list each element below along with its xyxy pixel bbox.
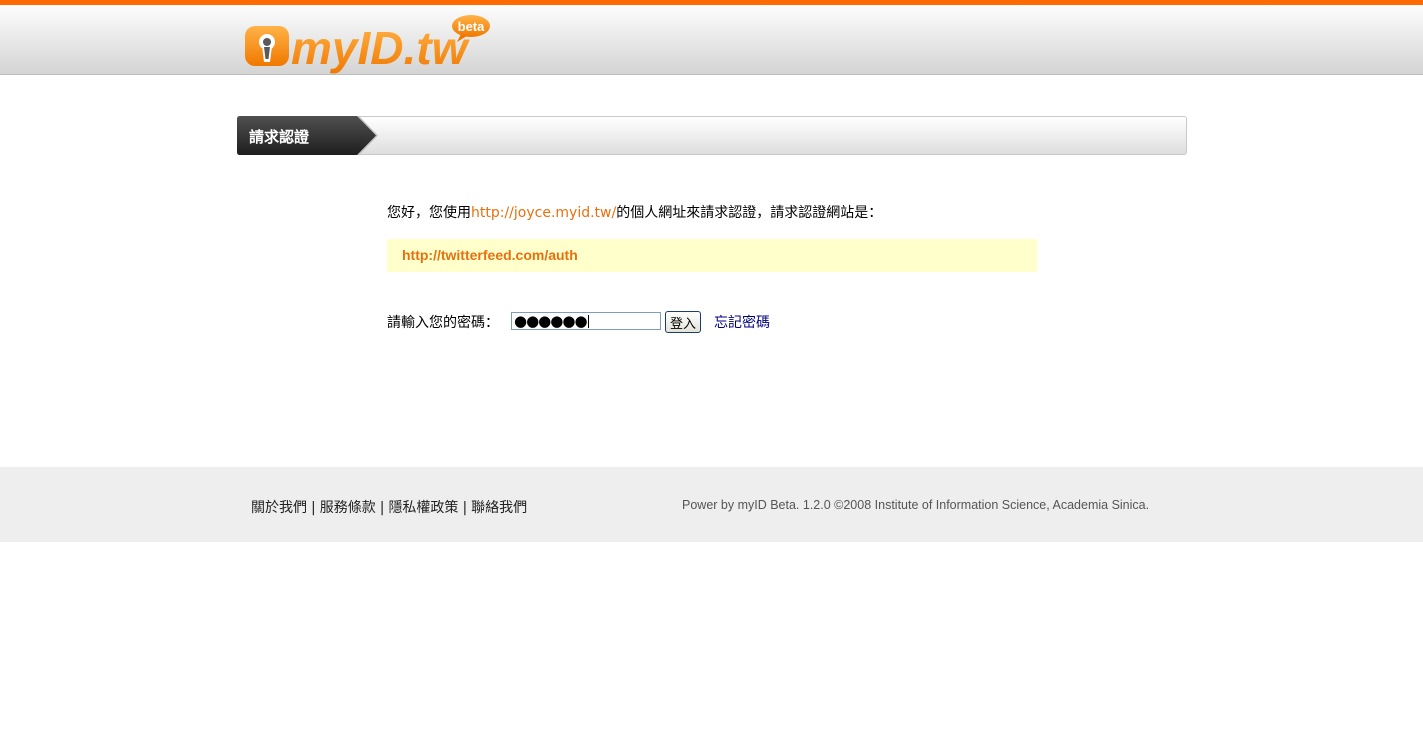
title-bar-background — [237, 116, 1187, 155]
text-caret — [587, 315, 589, 328]
password-input[interactable]: ●●●●●● — [511, 312, 661, 330]
footer-link-privacy[interactable]: 隱私權政策 — [388, 500, 458, 516]
footer-separator: | — [311, 500, 316, 516]
header: myID.tw beta — [0, 5, 1423, 75]
footer-link-terms[interactable]: 服務條款 — [320, 500, 376, 516]
intro-message: 您好，您使用http://joyce.myid.tw/的個人網址來請求認證，請求… — [387, 202, 882, 222]
auth-site-box: http://twitterfeed.com/auth — [387, 239, 1037, 272]
footer-link-contact[interactable]: 聯絡我們 — [471, 500, 527, 516]
footer: 關於我們 | 服務條款 | 隱私權政策 | 聯絡我們 Power by myID Beta.… — [0, 467, 1423, 542]
beta-badge: beta — [458, 19, 486, 34]
user-url-link[interactable]: http://joyce.myid.tw/ — [471, 205, 616, 221]
footer-links: 關於我們 | 服務條款 | 隱私權政策 | 聯絡我們 — [251, 497, 527, 517]
footer-separator: | — [379, 500, 385, 516]
intro-suffix: 的個人網址來請求認證，請求認證網站是： — [616, 205, 883, 221]
password-label: 請輸入您的密碼： — [387, 315, 499, 331]
page-title: 請求認證 — [249, 128, 310, 146]
auth-site-url: http://twitterfeed.com/auth — [402, 247, 578, 263]
forgot-password-link[interactable]: 忘記密碼 — [714, 312, 770, 332]
login-button[interactable]: 登入 — [665, 311, 701, 333]
myid-logo[interactable]: myID.tw beta — [243, 12, 493, 78]
copyright-text: Power by myID Beta. 1.2.0 ©2008 Institut… — [682, 498, 1150, 512]
logo-graphic: myID.tw beta — [245, 15, 490, 74]
logo-wordmark: myID.tw — [291, 22, 471, 74]
footer-link-about[interactable]: 關於我們 — [251, 500, 307, 516]
footer-separator: | — [462, 500, 468, 516]
password-mask: ●●●●●● — [514, 312, 588, 330]
section-title-bar: 請求認證 — [237, 116, 1187, 155]
intro-prefix: 您好，您使用 — [387, 205, 471, 221]
